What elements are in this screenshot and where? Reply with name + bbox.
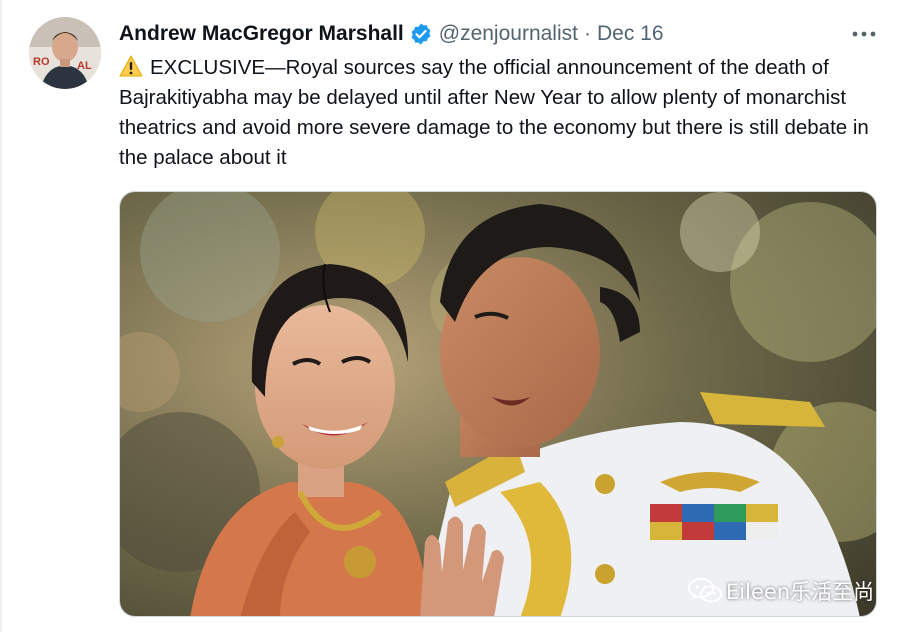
tweet-text: EXCLUSIVE—Royal sources say the official… [119,53,889,173]
author-handle[interactable]: @zenjournalist [439,22,578,46]
photo-image [120,192,876,616]
svg-text:AL: AL [77,60,92,72]
wechat-watermark: Eileen乐活至尚 [688,574,874,608]
tweet-card[interactable]: RO AL Andrew MacGregor Marshall @zenjour… [0,0,911,632]
tweet-photo[interactable] [119,191,877,617]
separator-dot: · [583,22,591,45]
verified-badge-icon [409,22,433,46]
wechat-icon [688,578,722,604]
more-options-icon[interactable] [850,20,878,48]
warning-icon [119,55,143,77]
tweet-header: Andrew MacGregor Marshall @zenjournalist… [119,20,664,48]
author-name[interactable]: Andrew MacGregor Marshall [119,22,404,46]
tweet-date[interactable]: Dec 16 [597,22,664,46]
svg-text:RO: RO [33,56,50,68]
avatar[interactable]: RO AL [29,17,101,89]
timeline-divider [0,0,2,632]
watermark-text: Eileen乐活至尚 [726,580,875,604]
tweet-body: EXCLUSIVE—Royal sources say the official… [119,56,869,169]
